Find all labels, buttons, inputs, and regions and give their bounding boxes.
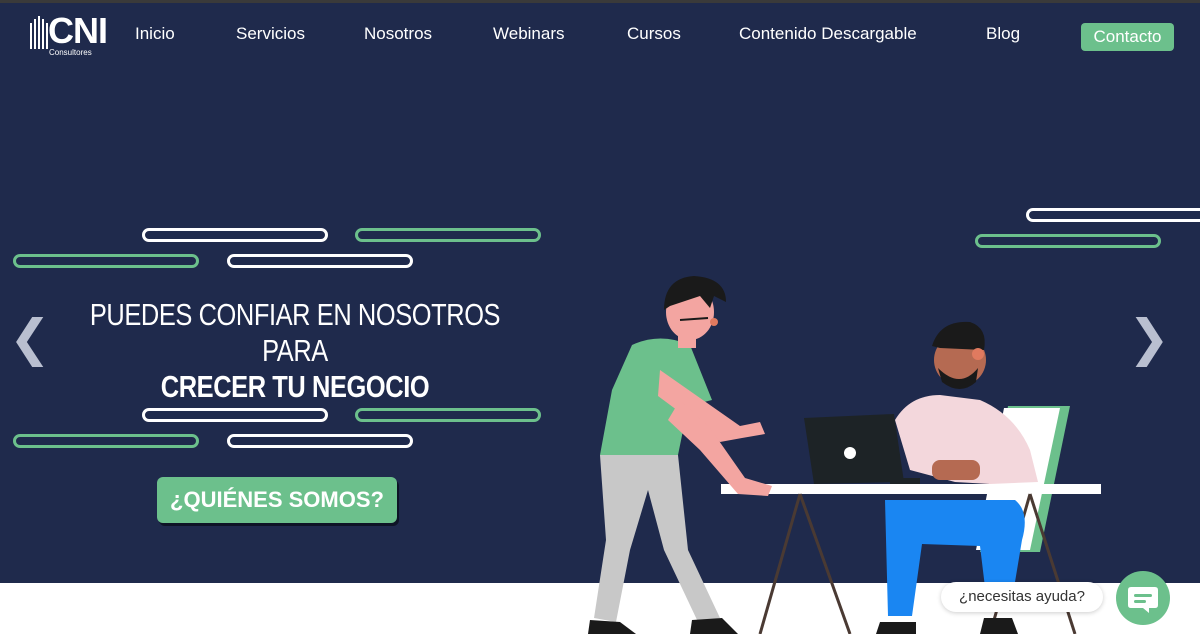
chat-bubble-icon	[1128, 587, 1158, 613]
decor-pill	[355, 408, 541, 422]
contacto-button[interactable]: Contacto	[1081, 23, 1174, 51]
carousel-prev-icon[interactable]: ❮	[9, 310, 51, 366]
carousel-next-icon[interactable]: ❯	[1128, 310, 1170, 366]
logo-subtitle: Consultores	[49, 48, 92, 57]
nav-inicio[interactable]: Inicio	[135, 24, 175, 44]
nav-contenido-descargable[interactable]: Contenido Descargable	[739, 24, 917, 44]
hero-illustration	[588, 276, 1101, 634]
logo-columns-icon	[30, 16, 48, 49]
logo[interactable]: CNI Consultores	[28, 11, 108, 59]
decor-pill	[355, 228, 541, 242]
standing-person	[588, 276, 772, 634]
chat-button[interactable]	[1116, 571, 1170, 625]
logo-text: CNI	[48, 10, 108, 51]
hero-headline: PUEDES CONFIAR EN NOSOTROS PARA CRECER T…	[40, 297, 550, 405]
hero-line-2: CRECER TU NEGOCIO	[160, 369, 430, 404]
decor-pill	[13, 254, 199, 268]
hero-line-1: PUEDES CONFIAR EN NOSOTROS PARA	[89, 297, 501, 368]
nav-blog[interactable]: Blog	[986, 24, 1020, 44]
decor-pill	[227, 254, 413, 268]
decor-pill	[13, 434, 199, 448]
nav-webinars[interactable]: Webinars	[493, 24, 565, 44]
decor-pill	[227, 434, 413, 448]
quienes-somos-button[interactable]: ¿QUIÉNES SOMOS?	[157, 477, 397, 523]
decor-pill	[142, 408, 328, 422]
decor-pill	[975, 234, 1161, 248]
nav-cursos[interactable]: Cursos	[627, 24, 681, 44]
nav-servicios[interactable]: Servicios	[236, 24, 305, 44]
decor-pill	[142, 228, 328, 242]
nav-nosotros[interactable]: Nosotros	[364, 24, 432, 44]
navbar: CNI Consultores Inicio Servicios Nosotro…	[0, 3, 1200, 65]
help-bubble[interactable]: ¿necesitas ayuda?	[941, 582, 1103, 612]
decor-pill	[1026, 208, 1200, 222]
